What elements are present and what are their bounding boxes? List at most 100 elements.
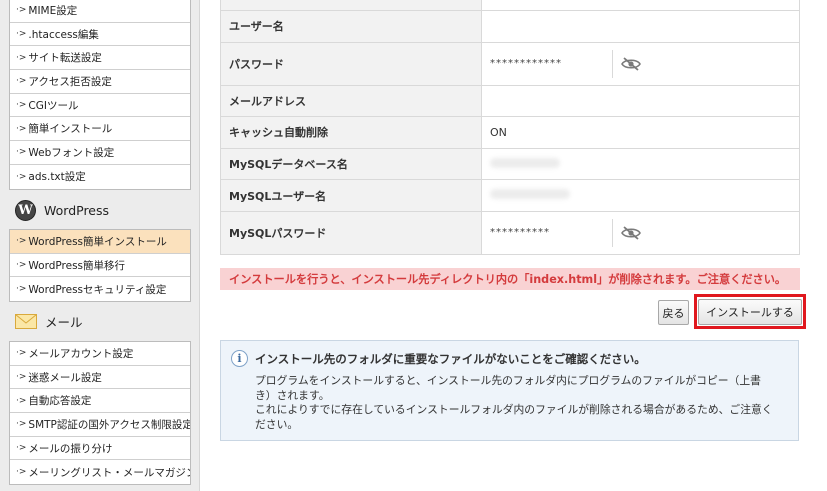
sidebar-item-label: SMTP認証の国外アクセス制限設定	[28, 418, 190, 431]
db-password-value: **********	[490, 227, 550, 239]
sidebar-item-label: WordPress簡単移行	[28, 259, 126, 272]
cache-value: ON	[481, 116, 800, 149]
chevron-right-icon: ·>	[16, 372, 27, 383]
info-line: これによりすでに存在しているインストールフォルダ内のファイルが削除される場合があ…	[255, 403, 773, 431]
table-row	[220, 0, 800, 11]
sidebar-item-label: MIME設定	[28, 4, 78, 17]
chevron-right-icon: ·>	[16, 76, 27, 87]
sidebar-item-access-deny[interactable]: ·> アクセス拒否設定	[10, 70, 190, 94]
table-row: キャッシュ自動削除 ON	[220, 116, 800, 149]
db-password-label: MySQLパスワード	[220, 210, 482, 255]
section-title: WordPress	[44, 202, 110, 218]
password-label: パスワード	[220, 41, 482, 86]
password-field: ************	[481, 41, 800, 86]
info-icon: i	[231, 350, 248, 367]
sidebar-item-label: CGIツール	[28, 99, 79, 112]
password-value: ************	[490, 58, 562, 70]
email-label: メールアドレス	[220, 84, 482, 118]
sidebar-item-label: Webフォント設定	[28, 146, 115, 159]
sidebar-item-label: メールアカウント設定	[28, 347, 134, 360]
sidebar-item-label: 自動応答設定	[28, 395, 92, 408]
sidebar-item-wordpress-easy-migration[interactable]: ·> WordPress簡単移行	[10, 254, 190, 278]
sidebar-group-advanced: ·> MIME設定 ·> .htaccess編集 ·> サイト転送設定 ·> アクセス拒…	[9, 0, 191, 190]
sidebar-item-web-font[interactable]: ·> Webフォント設定	[10, 141, 190, 165]
sidebar-item-label: ads.txt設定	[28, 171, 86, 184]
info-body: プログラムをインストールすると、インストール先のフォルダ内にプログラムのファイル…	[255, 374, 775, 432]
db-user-value	[481, 179, 800, 212]
eye-slash-icon[interactable]	[621, 56, 641, 71]
sidebar-item-label: .htaccess編集	[28, 28, 99, 41]
chevron-right-icon: ·>	[16, 100, 27, 111]
chevron-right-icon: ·>	[16, 171, 27, 182]
info-title: インストール先のフォルダに重要なファイルがないことをご確認ください。	[255, 352, 646, 366]
sidebar-item-cgi-tool[interactable]: ·> CGIツール	[10, 94, 190, 118]
eye-slash-icon[interactable]	[621, 226, 641, 240]
info-box: i インストール先のフォルダに重要なファイルがないことをご確認ください。 プログ…	[220, 340, 799, 441]
chevron-right-icon: ·>	[16, 123, 27, 134]
back-button[interactable]: 戻る	[658, 300, 689, 325]
sidebar-item-label: メールの振り分け	[28, 442, 113, 455]
table-row: MySQLパスワード **********	[220, 210, 800, 255]
chevron-right-icon: ·>	[16, 260, 27, 271]
row-label	[220, 0, 482, 11]
chevron-right-icon: ·>	[16, 395, 27, 406]
sidebar-item-label: WordPressセキュリティ設定	[28, 283, 167, 296]
sidebar-item-mail-account[interactable]: ·> メールアカウント設定	[10, 342, 190, 366]
db-user-label: MySQLユーザー名	[220, 179, 482, 212]
envelope-icon	[15, 313, 37, 329]
sidebar-item-htaccess[interactable]: ·> .htaccess編集	[10, 23, 190, 47]
sidebar-item-smtp-restriction[interactable]: ·> SMTP認証の国外アクセス制限設定	[10, 413, 190, 437]
install-button[interactable]: インストールする	[698, 299, 802, 325]
sidebar-item-auto-reply[interactable]: ·> 自動応答設定	[10, 389, 190, 414]
sidebar-section-mail: メール	[9, 306, 191, 336]
sidebar-item-mailing-list[interactable]: ·> メーリングリスト・メールマガジン	[10, 460, 190, 484]
sidebar-item-label: 迷惑メール設定	[28, 371, 102, 384]
info-line: プログラムをインストールすると、インストール先のフォルダ内にプログラムのファイル…	[255, 374, 761, 402]
sidebar-item-easy-install[interactable]: ·> 簡単インストール	[10, 117, 190, 142]
db-name-value	[481, 147, 800, 181]
sidebar-item-mail-filter[interactable]: ·> メールの振り分け	[10, 437, 190, 461]
chevron-right-icon: ·>	[16, 52, 27, 63]
username-value	[481, 10, 800, 43]
chevron-right-icon: ·>	[16, 467, 27, 478]
chevron-right-icon: ·>	[16, 348, 27, 359]
sidebar-item-mime[interactable]: ·> MIME設定	[10, 0, 190, 23]
sidebar-section-wordpress: W WordPress	[9, 195, 191, 225]
sidebar-item-label: WordPress簡単インストール	[28, 235, 167, 248]
sidebar-group-wordpress: ·> WordPress簡単インストール ·> WordPress簡単移行 ·> Wo…	[9, 229, 191, 303]
sidebar-item-site-redirect[interactable]: ·> サイト転送設定	[10, 46, 190, 71]
cache-label: キャッシュ自動削除	[220, 116, 482, 149]
install-settings-table: ユーザー名 パスワード ************ メールアドレス キャッシュ自動…	[220, 0, 800, 255]
main-content: ユーザー名 パスワード ************ メールアドレス キャッシュ自動…	[200, 0, 827, 491]
sidebar-item-ads-txt[interactable]: ·> ads.txt設定	[10, 165, 190, 189]
table-row: MySQLユーザー名	[220, 179, 800, 212]
sidebar-item-spam-mail[interactable]: ·> 迷惑メール設定	[10, 366, 190, 390]
chevron-right-icon: ·>	[16, 284, 27, 295]
sidebar-item-wordpress-easy-install[interactable]: ·> WordPress簡単インストール	[10, 230, 190, 254]
section-title: メール	[45, 314, 83, 330]
sidebar-group-mail: ·> メールアカウント設定 ·> 迷惑メール設定 ·> 自動応答設定 ·> SMTP認証…	[9, 341, 191, 486]
wordpress-icon: W	[15, 199, 36, 221]
chevron-right-icon: ·>	[16, 147, 27, 158]
table-row: MySQLデータベース名	[220, 147, 800, 181]
table-row: ユーザー名	[220, 10, 800, 43]
redacted-value	[490, 189, 570, 200]
chevron-right-icon: ·>	[16, 419, 27, 430]
sidebar-item-label: アクセス拒否設定	[28, 75, 112, 88]
sidebar-item-label: メーリングリスト・メールマガジン	[28, 466, 190, 479]
row-value	[481, 0, 800, 11]
table-row: メールアドレス	[220, 84, 800, 118]
db-password-field: **********	[481, 210, 800, 255]
redacted-value	[490, 157, 560, 168]
chevron-right-icon: ·>	[16, 443, 27, 454]
chevron-right-icon: ·>	[16, 29, 27, 40]
sidebar-item-wordpress-security[interactable]: ·> WordPressセキュリティ設定	[10, 277, 190, 301]
chevron-right-icon: ·>	[16, 5, 27, 16]
sidebar-item-label: サイト転送設定	[28, 52, 102, 65]
db-name-label: MySQLデータベース名	[220, 147, 482, 181]
table-row: パスワード ************	[220, 41, 800, 86]
sidebar-item-label: 簡単インストール	[28, 123, 113, 136]
username-label: ユーザー名	[220, 10, 482, 43]
sidebar: ·> MIME設定 ·> .htaccess編集 ·> サイト転送設定 ·> アクセス拒…	[0, 0, 200, 491]
email-value	[481, 84, 800, 118]
